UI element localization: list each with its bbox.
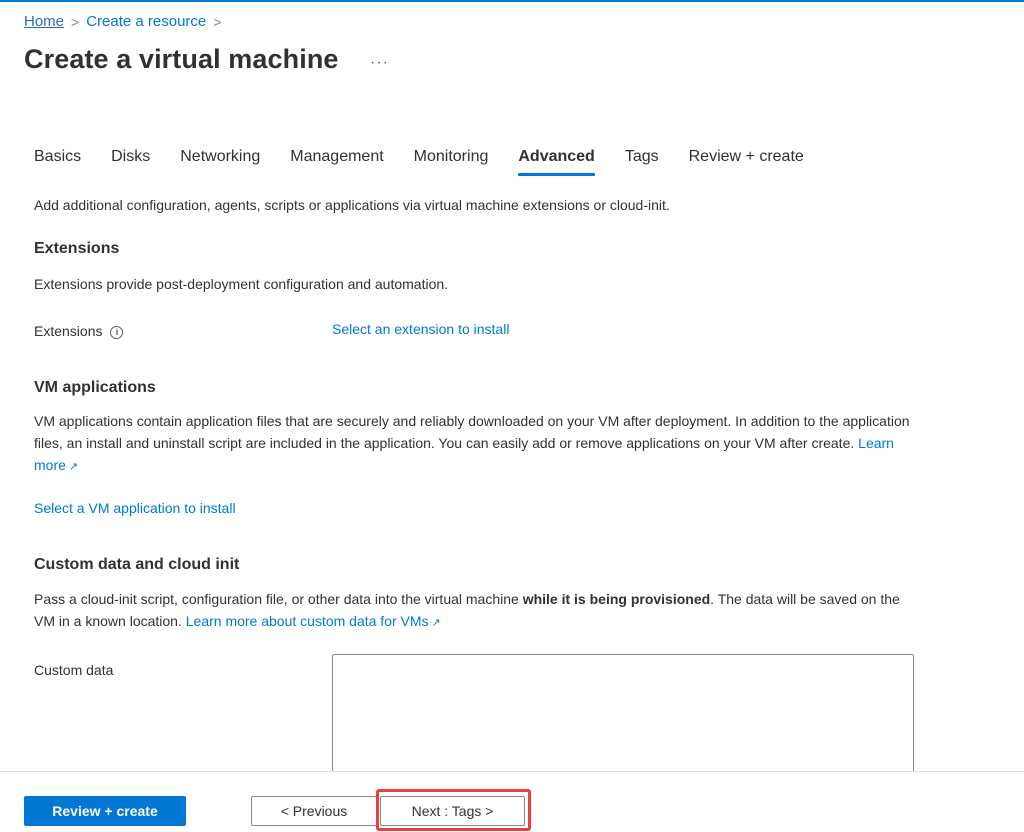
chevron-right-icon: > [213,13,222,30]
tab-monitoring[interactable]: Monitoring [414,148,489,174]
vm-applications-heading: VM applications [34,379,156,396]
breadcrumb-home[interactable]: Home [24,13,64,30]
custom-data-learn-more-link[interactable]: Learn more about custom data for VMs ↗ [186,613,441,629]
extensions-description: Extensions provide post-deployment confi… [34,276,449,292]
custom-data-description: Pass a cloud-init script, configuration … [34,588,914,634]
tab-networking[interactable]: Networking [180,148,260,174]
extensions-heading: Extensions [34,240,120,257]
tab-review-create[interactable]: Review + create [689,148,804,174]
previous-button[interactable]: < Previous [251,796,377,826]
tab-bar: Basics Disks Networking Management Monit… [34,148,834,176]
next-tags-button[interactable]: Next : Tags > [380,796,525,826]
extensions-label-text: Extensions [34,323,103,339]
vm-applications-description-text: VM applications contain application file… [34,413,910,451]
tab-advanced[interactable]: Advanced [518,148,596,176]
top-accent-bar [0,0,1024,2]
custom-data-desc-bold: while it is being provisioned [522,591,711,607]
select-extension-link[interactable]: Select an extension to install [332,321,509,337]
custom-data-field-label: Custom data [34,662,114,678]
learn-more-text: Learn more about custom data for VMs [185,613,429,629]
review-create-button[interactable]: Review + create [24,796,186,826]
breadcrumb-create-resource[interactable]: Create a resource [86,13,206,30]
more-options-icon[interactable]: ··· [370,54,389,72]
tab-disks[interactable]: Disks [111,148,150,174]
custom-data-heading: Custom data and cloud init [34,556,240,573]
footer-bar: Review + create < Previous Next : Tags > [0,771,1024,832]
info-icon[interactable]: i [110,326,124,339]
tab-tags[interactable]: Tags [625,148,659,174]
tab-management[interactable]: Management [290,148,383,174]
select-vm-application-link[interactable]: Select a VM application to install [34,500,236,516]
external-link-icon: ↗ [68,461,79,473]
page-title: Create a virtual machine [24,44,339,74]
custom-data-textarea[interactable] [332,654,914,786]
intro-text: Add additional configuration, agents, sc… [34,197,670,213]
external-link-icon: ↗ [431,617,441,629]
chevron-right-icon: > [71,13,80,30]
extensions-field-label: Extensions i [34,320,124,342]
custom-data-desc-part1: Pass a cloud-init script, configuration … [34,591,523,607]
vm-applications-description: VM applications contain application file… [34,410,914,478]
tab-basics[interactable]: Basics [34,148,81,174]
breadcrumb: Home > Create a resource > [24,13,228,30]
